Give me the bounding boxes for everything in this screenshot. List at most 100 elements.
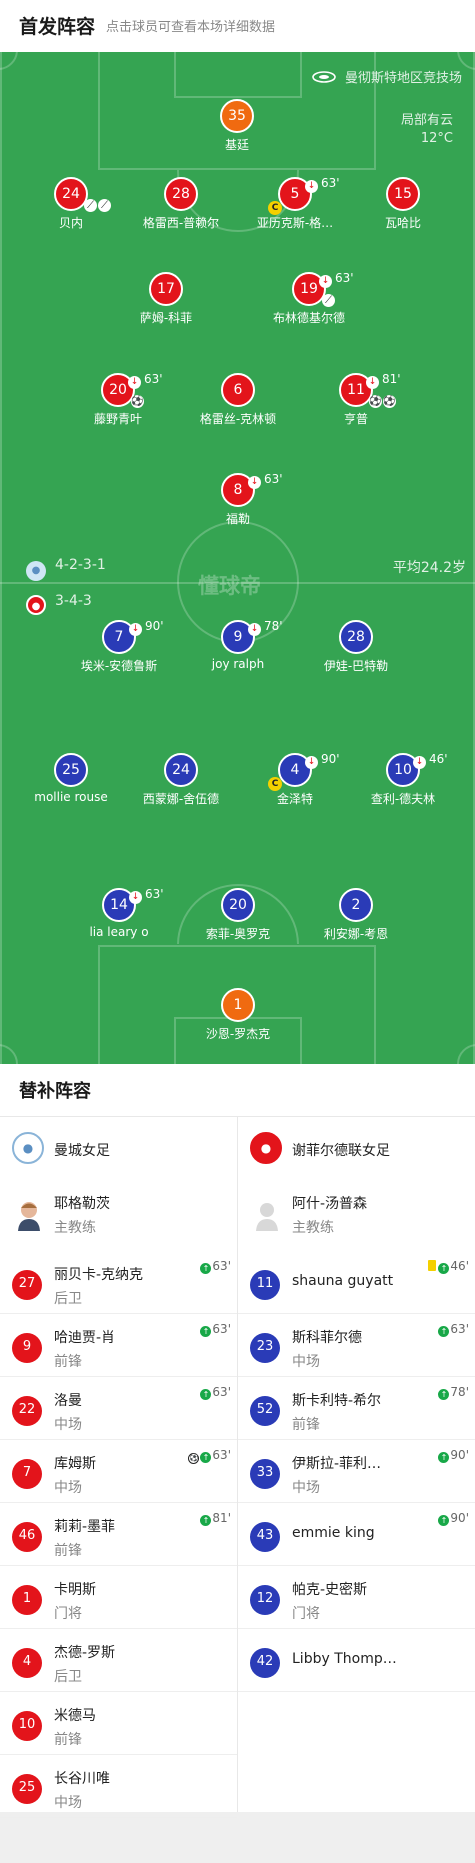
sub-player-row[interactable]: 46 莉莉-墨菲 前锋 ↑ 81' [0, 1503, 237, 1566]
home-player[interactable]: 6 格雷丝-克林顿 [178, 373, 298, 427]
home-player[interactable]: 15 瓦哈比 [343, 177, 463, 231]
sub-on-indicator: ↑ 90' [438, 1448, 469, 1463]
home-player[interactable]: 19 布林德基尔德 ↓ 63' ⟋ [249, 271, 369, 326]
weather-text: 局部有云 [400, 113, 453, 128]
stadium-info: 曼彻斯特地区竞技场 [312, 67, 462, 86]
jersey-number: 7 [12, 1459, 42, 1489]
away-player[interactable]: 4 金泽特 ↓ 90' C [235, 752, 355, 807]
sub-player-row[interactable]: 42 Libby Thomp… [238, 1629, 475, 1692]
home-player[interactable]: 24 贝内 ⟋ ⟋ [11, 177, 131, 231]
sub-player-row[interactable]: 10 米德马 前锋 [0, 1692, 237, 1755]
sub-player-row[interactable]: 12 帕克-史密斯 门将 [238, 1566, 475, 1629]
stadium-icon [312, 71, 336, 83]
sub-on-indicator: ↑ 63' [200, 1259, 231, 1274]
temperature: 12°C [420, 131, 453, 146]
sub-player-row[interactable]: 52 斯卡利特-希尔 前锋 ↑ 78' [238, 1377, 475, 1440]
sub-player-row[interactable]: 9 哈迪贾-肖 前锋 ↑ 63' [0, 1314, 237, 1377]
jersey-number: 23 [250, 1333, 280, 1363]
away-team-name: 谢菲尔德联女足 [292, 1143, 390, 1159]
coach-role: 主教练 [54, 1220, 96, 1236]
away-player[interactable]: 2 利安娜-考恩 [296, 888, 416, 942]
jersey-number: 43 [250, 1522, 280, 1552]
substitution-icon: ↓ [305, 180, 318, 193]
sub-player-row[interactable]: 7 库姆斯 中场 ⚽ ↑ 63' [0, 1440, 237, 1503]
substitution-icon: ↓ [129, 891, 142, 904]
sub-on-icon: ↑ [438, 1263, 450, 1274]
sub-off-indicator: ↓ 78' [248, 619, 283, 636]
player-name: mollie rouse [34, 790, 108, 804]
player-name: 丽贝卡-克纳克 [54, 1267, 144, 1283]
assist-icon: ⟋ [84, 199, 97, 212]
away-player[interactable]: 9 joy ralph ↓ 78' [178, 619, 298, 671]
sub-player-row[interactable]: 43 emmie king ↑ 90' [238, 1503, 475, 1566]
player-name: 查利-德夫林 [370, 792, 436, 806]
sub-on-indicator: ↑ 90' [438, 1511, 469, 1526]
away-coach[interactable]: 阿什-汤普森 主教练 [238, 1177, 475, 1251]
jersey-number: 24 [164, 753, 198, 787]
jersey-number: 46 [12, 1522, 42, 1552]
player-name: 格雷丝-克林顿 [199, 412, 277, 426]
sub-on-icon: ↑ [438, 1452, 450, 1463]
away-player[interactable]: 7 埃米-安德鲁斯 ↓ 90' [59, 619, 179, 674]
player-name: 亚历克斯-格… [256, 216, 334, 230]
home-team-header: ● 曼城女足 [0, 1117, 237, 1177]
lineup-title: 首发阵容 [19, 16, 96, 38]
sub-player-row[interactable]: 11 shauna guyatt ↑ 46' [238, 1251, 475, 1314]
home-player[interactable]: 35 基廷 [177, 99, 297, 153]
player-name: 福勒 [225, 512, 250, 526]
home-player[interactable]: 8 福勒 ↓ 63' [178, 472, 298, 527]
jersey-number: 28 [164, 177, 198, 211]
jersey-number: 20 [221, 888, 255, 922]
sub-player-row[interactable]: 22 洛曼 中场 ↑ 63' [0, 1377, 237, 1440]
substitutes-section: 替补阵容 ● 曼城女足 ● 谢菲尔德联女足 耶格勒茨 主教练 阿什-汤普森 主教… [0, 1064, 475, 1818]
player-name: 索菲-奥罗克 [205, 927, 271, 941]
top-goal-area [174, 52, 302, 98]
home-player[interactable]: 20 藤野青叶 ↓ 63' ⚽ [58, 372, 178, 427]
sub-player-row[interactable]: 33 伊斯拉-菲利… 中场 ↑ 90' [238, 1440, 475, 1503]
home-player[interactable]: 5 亚历克斯-格… ↓ 63' C [235, 176, 355, 231]
home-team-name: 曼城女足 [54, 1143, 110, 1159]
player-position: 前锋 [292, 1417, 320, 1433]
player-name: 斯科菲尔德 [292, 1330, 362, 1346]
home-player[interactable]: 11 亨普 ↓ 81' ⚽ ⚽ [296, 372, 416, 427]
sub-player-row[interactable]: 23 斯科菲尔德 中场 ↑ 63' [238, 1314, 475, 1377]
player-name: emmie king [292, 1525, 375, 1541]
away-team-logo-icon: ● [26, 595, 46, 615]
sub-off-indicator: ↓ 63' [128, 372, 163, 389]
away-player[interactable]: 28 伊娃-巴特勒 [296, 620, 416, 674]
player-name: 瓦哈比 [384, 216, 421, 230]
player-position: 门将 [54, 1606, 82, 1622]
home-player[interactable]: 17 萨姆-科菲 [106, 272, 226, 326]
jersey-number: 17 [149, 272, 183, 306]
home-coach[interactable]: 耶格勒茨 主教练 [0, 1177, 237, 1251]
sub-player-row[interactable]: 1 卡明斯门将 [0, 1566, 237, 1629]
player-name: 贝内 [58, 216, 83, 230]
sub-on-icon: ↑ [438, 1326, 450, 1337]
player-name: 卡明斯 [54, 1582, 96, 1598]
sub-player-row[interactable]: 4 杰德-罗斯 后卫 [0, 1629, 237, 1692]
match-events: ⚽ ⚽ [369, 394, 397, 408]
stadium-name: 曼彻斯特地区竞技场 [345, 71, 463, 86]
watermark: 懂球帝 [198, 574, 261, 598]
sub-player-row[interactable]: 27 丽贝卡-克纳克 后卫 ↑ 63' [0, 1251, 237, 1314]
sub-player-row[interactable]: 25 长谷川唯 中场 [0, 1755, 237, 1818]
away-player[interactable]: 14 lia leary o ↓ 63' [59, 887, 179, 939]
match-events: ⟋ [322, 293, 336, 307]
sub-off-indicator: ↓ 63' [305, 176, 340, 193]
sub-on-icon: ↑ [200, 1326, 212, 1337]
away-player[interactable]: 24 西蒙娜-舍伍德 [121, 753, 241, 807]
sub-off-indicator: ↓ 46' [413, 752, 448, 769]
away-player[interactable]: 20 索菲-奥罗克 [178, 888, 298, 942]
away-team-header: ● 谢菲尔德联女足 [238, 1117, 475, 1177]
away-player[interactable]: 10 查利-德夫林 ↓ 46' [343, 752, 463, 807]
sub-on-indicator: ↑ 81' [200, 1511, 231, 1526]
away-player[interactable]: 25 mollie rouse [11, 753, 131, 804]
player-name: 斯卡利特-希尔 [292, 1393, 382, 1409]
player-position: 中场 [54, 1480, 82, 1496]
home-player[interactable]: 28 格雷西-普赖尔 [121, 177, 241, 231]
player-name: 伊娃-巴特勒 [323, 659, 389, 673]
jersey-number: 1 [12, 1585, 42, 1615]
sub-on-icon: ↑ [438, 1515, 450, 1526]
jersey-number: 10 [12, 1711, 42, 1741]
away-player[interactable]: 1 沙恩-罗杰克 [178, 988, 298, 1042]
